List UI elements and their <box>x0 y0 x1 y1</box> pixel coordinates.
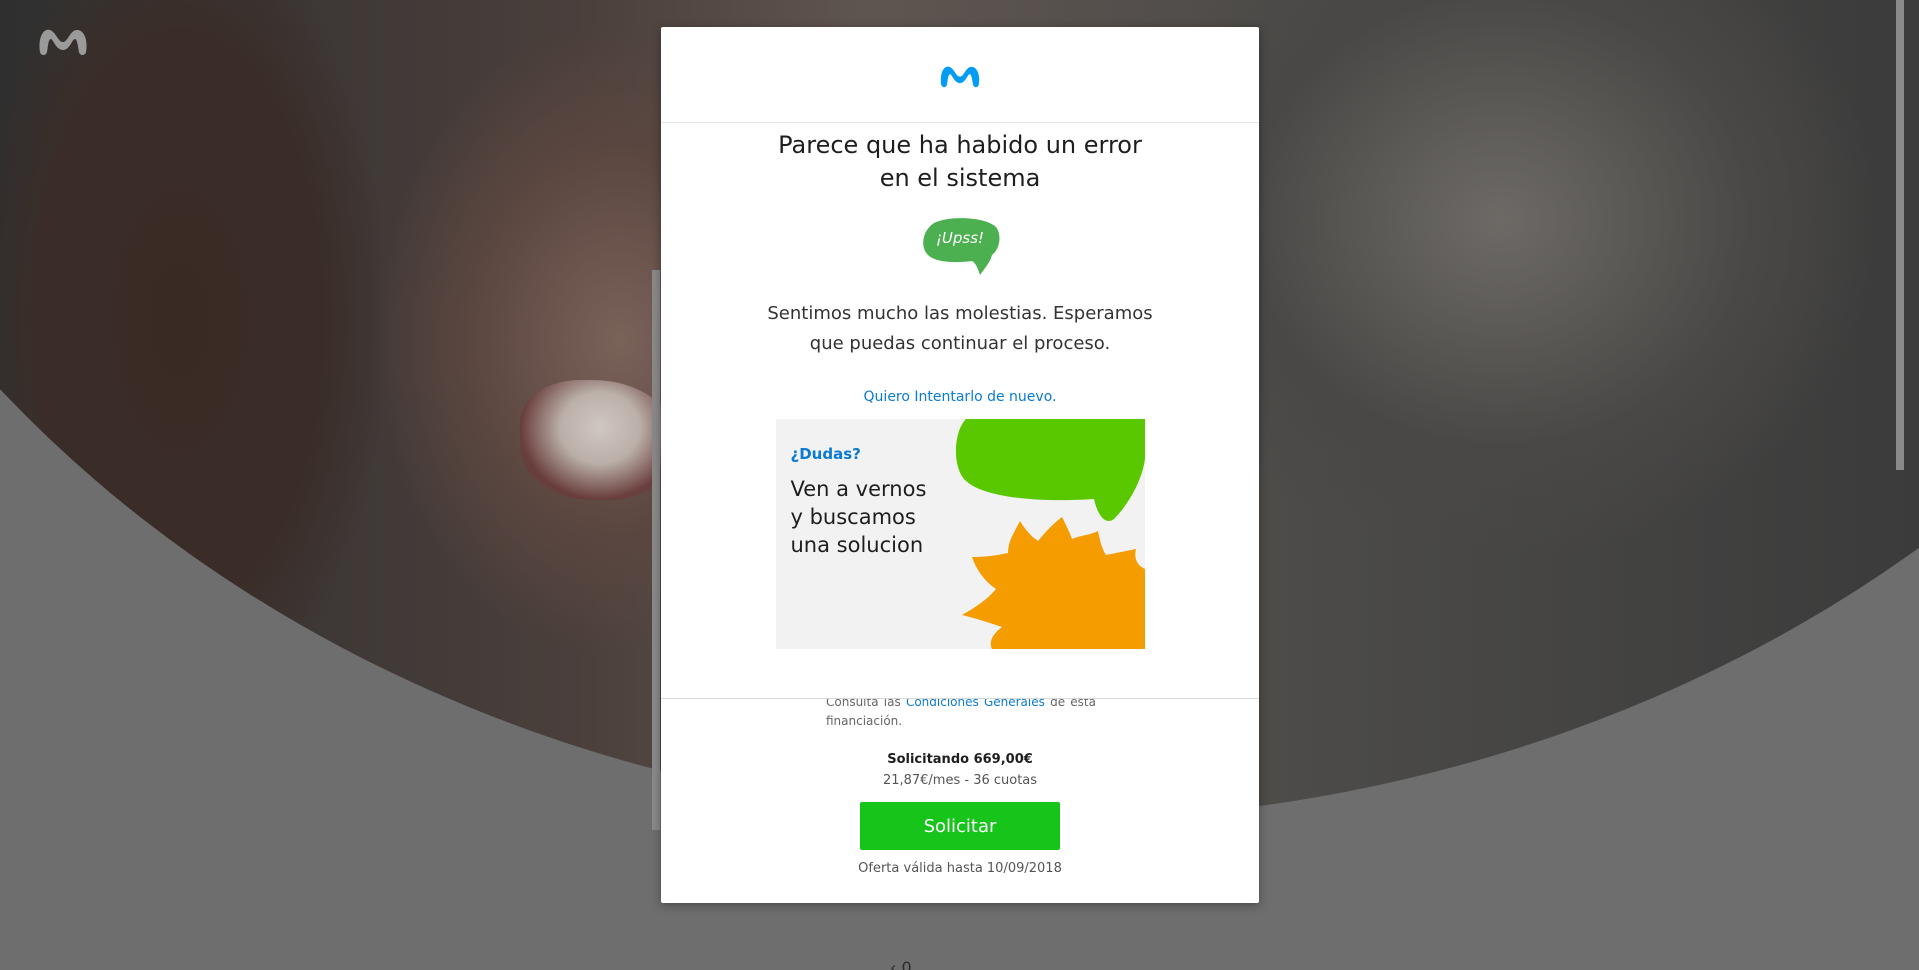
promo-banner[interactable]: ¿Dudas? Ven a vernos y buscamos una solu… <box>775 419 1145 649</box>
modal-header <box>661 27 1259 123</box>
promo-text: Ven a vernos y buscamos una solucion <box>790 477 927 557</box>
retry-link[interactable]: Quiero Intentarlo de nuevo. <box>864 389 1057 405</box>
bottom-fragment: ‹ 0 <box>890 958 912 970</box>
background-panel-edge <box>1896 0 1904 470</box>
error-panel: Parece que ha habido un error en el sist… <box>661 123 1259 699</box>
page: ‹ 0 Parece que ha habido un error en el … <box>0 0 1919 970</box>
error-message: Sentimos mucho las molestias. Esperamos … <box>767 303 1153 354</box>
upss-badge: ¡Upss! <box>920 217 1000 277</box>
background-panel-edge <box>652 270 660 830</box>
solicitar-button[interactable]: Solicitar <box>860 802 1060 850</box>
error-modal: Parece que ha habido un error en el sist… <box>661 27 1259 903</box>
upss-text: ¡Upss! <box>935 229 985 247</box>
promo-question: ¿Dudas? <box>790 445 861 463</box>
movistar-logo-icon[interactable] <box>36 22 90 58</box>
request-amount: Solicitando 669,00€ <box>887 752 1033 767</box>
offer-validity: Oferta válida hasta 10/09/2018 <box>858 861 1062 876</box>
movistar-logo-icon <box>940 66 980 87</box>
error-title: Parece que ha habido un error en el sist… <box>778 131 1142 192</box>
speech-bubble-icon <box>923 218 1000 275</box>
installments-info: 21,87€/mes - 36 cuotas <box>882 773 1038 788</box>
